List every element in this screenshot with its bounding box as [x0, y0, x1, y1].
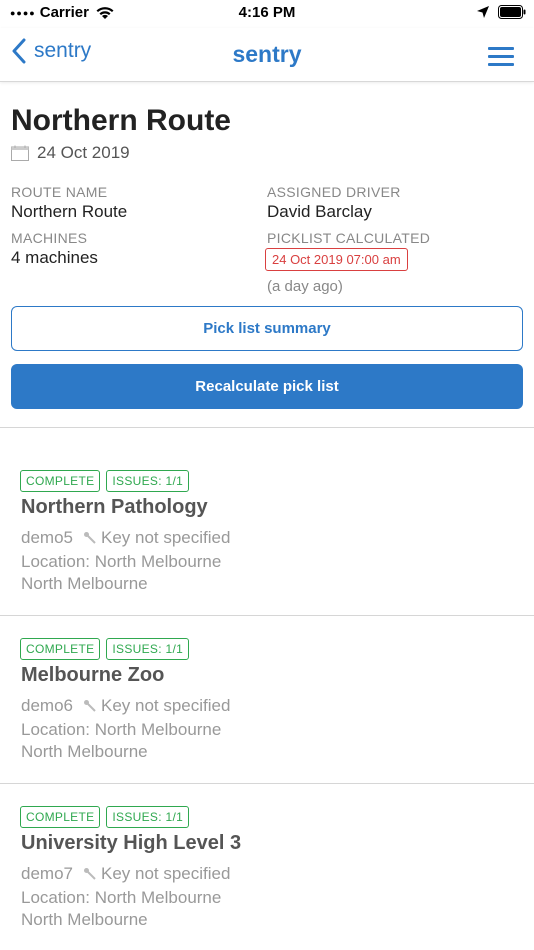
divider	[0, 783, 534, 784]
driver-label: ASSIGNED DRIVER	[267, 184, 401, 200]
machine-code: demo6	[21, 696, 73, 715]
issues-badge: ISSUES: 1/1	[106, 638, 190, 660]
route-name-label: ROUTE NAME	[11, 184, 108, 200]
machine-location: Location: North Melbourne	[21, 888, 222, 907]
route-date: 24 Oct 2019	[11, 143, 130, 163]
route-name-value: Northern Route	[11, 202, 128, 221]
picklist-label: PICKLIST CALCULATED	[267, 230, 431, 246]
machine-suburb: North Melbourne	[21, 910, 148, 929]
machines-value: 4 machines	[11, 248, 98, 267]
picklist-relative-time: (a day ago)	[267, 278, 343, 295]
key-icon	[83, 700, 96, 712]
issues-badge: ISSUES: 1/1	[106, 470, 190, 492]
list-item[interactable]: COMPLETE ISSUES: 1/1 Northern Pathology …	[0, 470, 534, 610]
page-title: Northern Route	[11, 104, 231, 137]
machine-suburb: North Melbourne	[21, 574, 148, 593]
divider	[0, 427, 534, 428]
list-item[interactable]: COMPLETE ISSUES: 1/1 Melbourne Zoo demo6…	[0, 638, 534, 778]
navigation-bar: sentry sentry	[0, 28, 534, 82]
key-status: Key not specified	[100, 528, 231, 547]
nav-title: sentry	[232, 41, 302, 67]
list-item[interactable]: COMPLETE ISSUES: 1/1 University High Lev…	[0, 806, 534, 946]
key-status: Key not specified	[100, 696, 231, 715]
recalculate-pick-list-button[interactable]: Recalculate pick list	[11, 364, 523, 409]
machine-code: demo5	[21, 528, 73, 547]
status-badge: COMPLETE	[20, 470, 101, 492]
issues-badge: ISSUES: 1/1	[106, 806, 190, 828]
status-badge: COMPLETE	[20, 638, 101, 660]
machine-code-row: demo5 Key not specified	[21, 528, 230, 548]
divider	[0, 615, 534, 616]
machine-location: Location: North Melbourne	[21, 552, 222, 571]
key-status: Key not specified	[100, 864, 231, 883]
key-icon	[83, 868, 96, 880]
machine-name: University High Level 3	[21, 832, 242, 854]
location-arrow-icon	[477, 6, 489, 18]
hamburger-menu-icon[interactable]	[488, 47, 514, 67]
battery-icon	[498, 5, 526, 19]
machine-code: demo7	[21, 864, 73, 883]
driver-value: David Barclay	[267, 202, 372, 221]
machine-name: Northern Pathology	[21, 496, 208, 518]
clock: 4:16 PM	[238, 4, 296, 21]
machine-code-row: demo7 Key not specified	[21, 864, 230, 884]
calendar-icon	[11, 145, 29, 161]
machine-location: Location: North Melbourne	[21, 720, 222, 739]
key-icon	[83, 532, 96, 544]
machine-suburb: North Melbourne	[21, 742, 148, 761]
status-bar: ●●●● Carrier 4:16 PM	[0, 0, 534, 28]
pick-list-summary-button[interactable]: Pick list summary	[11, 306, 523, 351]
machine-name: Melbourne Zoo	[21, 664, 165, 686]
picklist-date-badge: 24 Oct 2019 07:00 am	[265, 248, 408, 271]
machines-label: MACHINES	[11, 230, 88, 246]
machine-code-row: demo6 Key not specified	[21, 696, 230, 716]
route-date-text: 24 Oct 2019	[37, 143, 130, 162]
status-badge: COMPLETE	[20, 806, 101, 828]
